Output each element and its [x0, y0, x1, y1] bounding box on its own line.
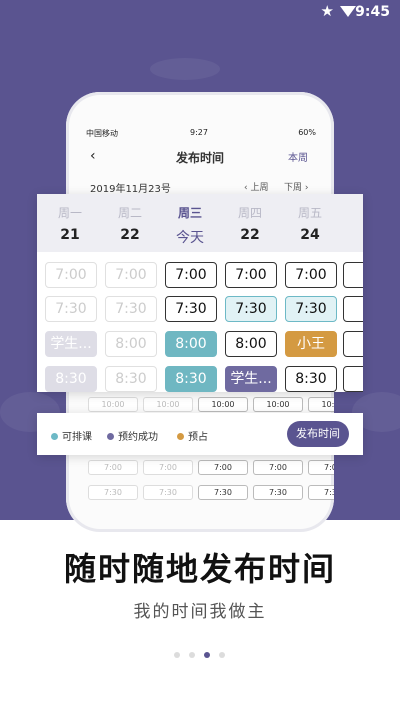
time-slot-schedulable[interactable]: 7:30: [285, 296, 337, 322]
weekday-label: 周四: [237, 206, 262, 220]
cloud-decoration: [150, 58, 220, 80]
current-date: 2019年11月23号: [90, 184, 171, 195]
phone-slot: 7:30: [88, 485, 138, 500]
star-icon: ★: [320, 2, 334, 20]
publish-time-button[interactable]: 发布时间: [287, 421, 349, 447]
day-column-header: 周一 21: [40, 204, 100, 243]
time-slot: 8:30: [105, 366, 157, 392]
day-number: 24: [300, 227, 320, 243]
time-slot: 7:30: [45, 296, 97, 322]
day-column-header-today: 周三 今天: [160, 204, 220, 247]
page-dot[interactable]: [174, 652, 180, 658]
legend-item: 可排课: [51, 428, 92, 443]
legend-bar: 可排课 预约成功 预占 发布时间: [37, 413, 363, 455]
time-slot-booked[interactable]: 学生...: [225, 366, 277, 392]
day-number: 21: [60, 227, 80, 243]
time-slot: 7:00: [45, 262, 97, 288]
weekday-label: 周: [340, 204, 363, 221]
wifi-icon: [340, 6, 356, 17]
time-slot[interactable]: 8:00: [225, 331, 277, 357]
time-slot[interactable]: 7:00: [285, 262, 337, 288]
phone-time: 9:27: [190, 128, 208, 137]
time-slot-reserved[interactable]: 小王: [285, 331, 337, 357]
day-column-header: 周: [340, 204, 363, 227]
time-slot[interactable]: 8: [343, 366, 363, 392]
phone-page-title: 发布时间: [175, 151, 224, 165]
page-dot[interactable]: [189, 652, 195, 658]
phone-battery: 60%: [298, 128, 316, 137]
legend-item: 预占: [177, 428, 208, 443]
schedulable-dot-icon: [51, 433, 58, 440]
day-column-header: 周二 22: [100, 204, 160, 243]
day-number: 今天: [176, 230, 204, 246]
phone-slot[interactable]: 7:00: [198, 460, 248, 475]
time-slot-schedulable[interactable]: 7:30: [225, 296, 277, 322]
time-slot[interactable]: 8:30: [285, 366, 337, 392]
phone-slot-row: 10:00 10:00 10:00 10:00 10:00 1(: [88, 397, 334, 412]
page-indicator: [174, 652, 225, 658]
next-week-link[interactable]: 下周 ›: [284, 180, 308, 193]
this-week-link[interactable]: 本周: [288, 149, 308, 164]
phone-slot[interactable]: 7:30: [308, 485, 334, 500]
time-slot-schedulable[interactable]: 8:30: [165, 366, 217, 392]
phone-slot[interactable]: 7:00: [308, 460, 334, 475]
page-dot[interactable]: [219, 652, 225, 658]
phone-slot: 10:00: [88, 397, 138, 412]
time-slot-past-booked: 学生...: [45, 331, 97, 357]
phone-slot-row: 7:30 7:30 7:30 7:30 7:30 7: [88, 485, 334, 500]
time-slot-past: 8:30: [45, 366, 97, 392]
subheadline: 我的时间我做主: [133, 602, 267, 622]
time-slot: 7:00: [105, 262, 157, 288]
phone-slot: 10:00: [143, 397, 193, 412]
day-column-header: 周五 24: [280, 204, 340, 243]
time-slot-schedulable[interactable]: 8:00: [165, 331, 217, 357]
time-slot[interactable]: 7:00: [165, 262, 217, 288]
weekday-label: 周一: [57, 206, 82, 220]
schedule-card: 周一 21 周二 22 周三 今天 周四 22 周五 24 周 7:00 7:0…: [37, 194, 363, 392]
phone-slot[interactable]: 7:00: [253, 460, 303, 475]
phone-slot: 7:30: [143, 485, 193, 500]
time-slot: 8:00: [105, 331, 157, 357]
time-slot: 7:30: [105, 296, 157, 322]
headline: 随时随地发布时间: [63, 550, 336, 588]
phone-slot: 7:00: [88, 460, 138, 475]
weekday-label: 周二: [117, 206, 142, 220]
status-bar: ★ 9:45: [0, 0, 400, 26]
clock: 9:45: [355, 4, 390, 20]
time-slot[interactable]: 7:30: [165, 296, 217, 322]
time-slot[interactable]: 7: [343, 262, 363, 288]
legend-label: 可排课: [62, 432, 92, 443]
phone-slot[interactable]: 7:30: [198, 485, 248, 500]
day-column-header: 周四 22: [220, 204, 280, 243]
day-number: 22: [120, 227, 140, 243]
legend-item: 预约成功: [107, 428, 158, 443]
phone-slot[interactable]: 7:30: [253, 485, 303, 500]
day-number: 22: [240, 227, 260, 243]
booked-dot-icon: [107, 433, 114, 440]
prev-week-link[interactable]: ‹ 上周: [244, 180, 268, 193]
weekday-label: 周五: [297, 206, 322, 220]
time-slot[interactable]: 8: [343, 331, 363, 357]
legend-label: 预约成功: [118, 432, 158, 443]
carrier: 中国移动: [86, 129, 118, 138]
phone-slot[interactable]: 10:00: [198, 397, 248, 412]
page-dot-active[interactable]: [204, 652, 210, 658]
phone-slot[interactable]: 10:00: [308, 397, 334, 412]
phone-nav-bar: ‹ 发布时间 本周: [82, 146, 318, 168]
phone-slot[interactable]: 10:00: [253, 397, 303, 412]
phone-slot-row: 7:00 7:00 7:00 7:00 7:00 7: [88, 460, 334, 475]
time-slot[interactable]: 7: [343, 296, 363, 322]
weekday-label: 周三: [177, 206, 202, 220]
reserved-dot-icon: [177, 433, 184, 440]
phone-slot: 7:00: [143, 460, 193, 475]
weekday-header: 周一 21 周二 22 周三 今天 周四 22 周五 24 周: [37, 194, 363, 252]
legend-label: 预占: [188, 432, 208, 443]
time-slot[interactable]: 7:00: [225, 262, 277, 288]
